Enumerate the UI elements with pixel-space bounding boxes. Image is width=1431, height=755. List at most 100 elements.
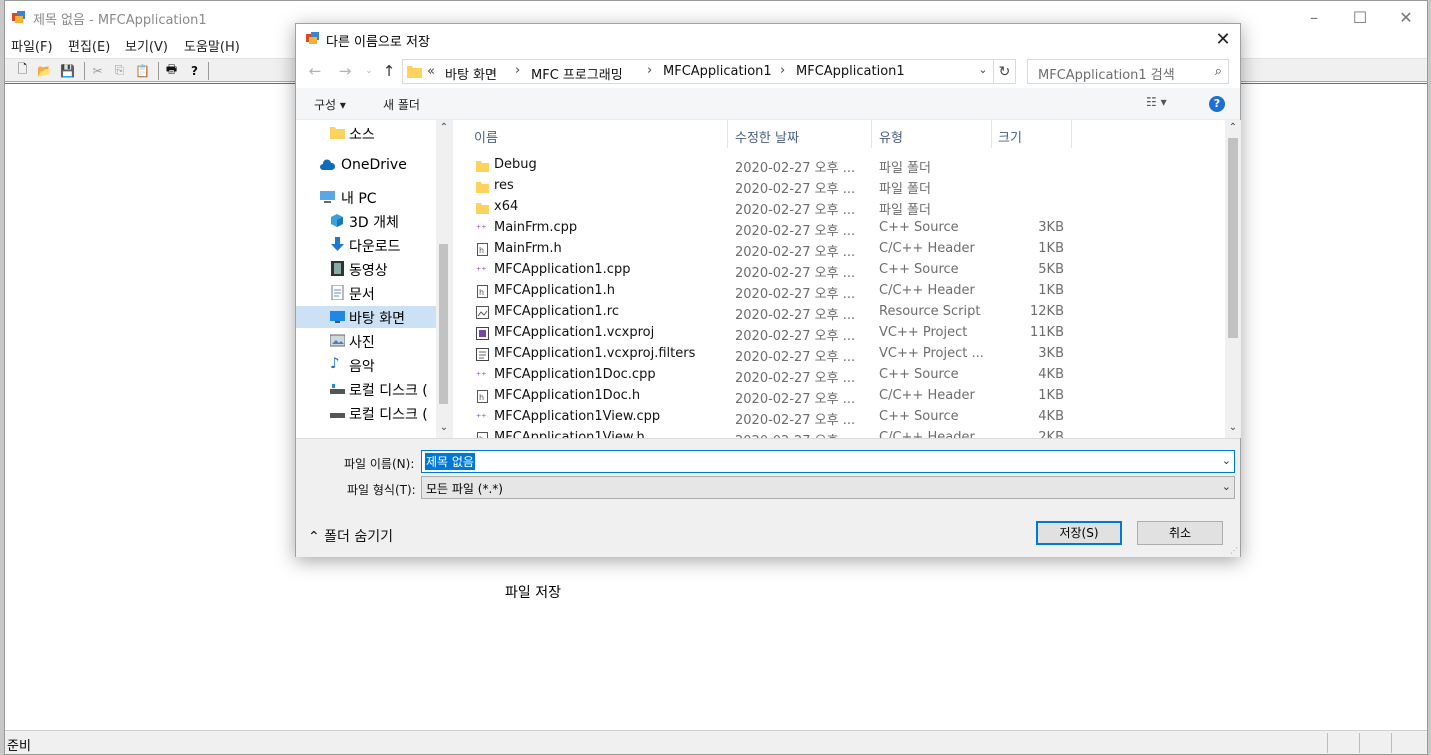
save-icon[interactable]: 💾 <box>59 62 76 79</box>
nav-scrollbar-thumb[interactable] <box>439 244 448 404</box>
nav-item-onedrive[interactable]: OneDrive <box>296 155 436 177</box>
file-row[interactable]: MFCApplication1.rc 2020-02-27 오후 ... Resou… <box>453 302 1225 323</box>
scroll-up-icon[interactable]: ⌃ <box>1225 122 1241 133</box>
file-name: MFCApplication1.h <box>494 283 616 298</box>
file-list-scrollbar-thumb[interactable] <box>1228 138 1238 338</box>
change-view-icon[interactable]: ☷ ▾ <box>1146 95 1167 109</box>
filetype-label: 파일 형식(T): <box>347 483 416 497</box>
maximize-button[interactable]: ☐ <box>1337 1 1383 33</box>
breadcrumb-mfcapplication1-current[interactable]: MFCApplication1 <box>796 64 905 79</box>
file-row[interactable]: res 2020-02-27 오후 ... 파일 폴더 <box>453 176 1225 197</box>
scroll-up-icon[interactable]: ⌃ <box>436 122 452 133</box>
file-row[interactable]: x64 2020-02-27 오후 ... 파일 폴더 <box>453 197 1225 218</box>
svg-text:h: h <box>479 393 484 402</box>
menu-file[interactable]: 파일(F) <box>11 36 53 55</box>
file-size: 5KB <box>1038 262 1064 277</box>
file-row[interactable]: ⁺⁺ MFCApplication1Doc.cpp 2020-02-27 오후 ..… <box>453 365 1225 386</box>
file-row[interactable]: MFCApplication1.vcxproj 2020-02-27 오후 ...… <box>453 323 1225 344</box>
cut-icon[interactable]: ✂ <box>89 62 106 79</box>
chevron-down-icon[interactable]: ⌄ <box>1222 480 1231 493</box>
forward-arrow-icon[interactable]: → <box>334 61 356 81</box>
header-file-icon: h <box>476 242 489 257</box>
refresh-icon[interactable]: ↻ <box>994 59 1016 84</box>
file-date: 2020-02-27 오후 ... <box>735 371 856 386</box>
video-icon <box>331 261 344 276</box>
file-row[interactable]: ⁺⁺ MainFrm.cpp 2020-02-27 오후 ... C++ Source… <box>453 218 1225 239</box>
menu-view[interactable]: 보기(V) <box>125 36 168 55</box>
new-folder-button[interactable]: 새 폴더 <box>383 96 420 113</box>
column-header-name[interactable]: 이름 <box>453 120 728 148</box>
column-header-date[interactable]: 수정한 날짜 <box>728 120 872 148</box>
file-type: C++ Source <box>879 409 959 424</box>
file-size: 4KB <box>1038 367 1064 382</box>
address-bar[interactable]: « 바탕 화면 › MFC 프로그래밍 › MFCApplication1 › … <box>402 59 994 84</box>
file-row[interactable]: h MainFrm.h 2020-02-27 오후 ... C/C++ Header 1… <box>453 239 1225 260</box>
paste-icon[interactable]: 📋 <box>134 62 151 79</box>
breadcrumb-mfc-programming[interactable]: MFC 프로그래밍 <box>531 64 623 83</box>
recent-locations-chevron-icon[interactable]: ⌄ <box>358 61 380 81</box>
save-button[interactable]: 저장(S) <box>1036 521 1122 545</box>
filetype-select[interactable]: 모든 파일 (*.*) ⌄ <box>421 476 1235 499</box>
breadcrumb-separator-icon[interactable]: › <box>647 63 652 78</box>
dialog-close-icon[interactable]: ✕ <box>1206 24 1240 54</box>
minimize-button[interactable]: – <box>1291 1 1337 33</box>
nav-item-label: 동영상 <box>349 263 388 279</box>
cancel-button[interactable]: 취소 <box>1137 521 1223 545</box>
status-bar: 준비 <box>5 730 1427 754</box>
nav-item-this-pc[interactable]: 내 PC <box>296 186 436 208</box>
breadcrumb-separator-icon[interactable]: › <box>515 63 520 78</box>
file-type: C/C++ Header <box>879 388 975 403</box>
search-placeholder: MFCApplication1 검색 <box>1038 68 1175 83</box>
breadcrumb-desktop[interactable]: 바탕 화면 <box>445 64 497 83</box>
up-arrow-icon[interactable]: ↑ <box>378 61 400 81</box>
open-folder-icon[interactable]: 📂 <box>36 62 53 79</box>
app-icon <box>306 32 319 44</box>
scroll-down-icon[interactable]: ⌄ <box>1225 422 1241 433</box>
nav-item-desktop[interactable]: 바탕 화면 <box>296 306 436 328</box>
chevron-down-icon[interactable]: ⌄ <box>1222 454 1231 467</box>
nav-item-videos[interactable]: 동영상 <box>296 258 436 280</box>
close-button[interactable]: ✕ <box>1383 1 1429 33</box>
search-input[interactable]: MFCApplication1 검색 ⌕ <box>1027 59 1229 84</box>
column-header-type[interactable]: 유형 <box>872 120 992 148</box>
file-row[interactable]: h MFCApplication1.h 2020-02-27 오후 ... C/C++… <box>453 281 1225 302</box>
print-icon[interactable]: 🖶 <box>163 62 180 79</box>
help-icon[interactable]: ? <box>1209 96 1225 112</box>
nav-item-music[interactable]: ♪ 음악 <box>296 354 436 376</box>
file-row[interactable]: ⁺⁺ MFCApplication1View.cpp 2020-02-27 오후 .… <box>453 407 1225 428</box>
file-row[interactable]: h MFCApplication1View.h 2020-02-27 오후 ... C… <box>453 428 1225 438</box>
organize-button[interactable]: 구성 ▾ <box>314 96 346 113</box>
scroll-down-icon[interactable]: ⌄ <box>436 422 452 433</box>
nav-item-local-disk-d[interactable]: 로컬 디스크 ( <box>296 402 436 424</box>
address-dropdown-icon[interactable]: ⌄ <box>975 63 991 76</box>
about-icon[interactable]: ? <box>186 62 203 79</box>
breadcrumb-mfcapplication1-parent[interactable]: MFCApplication1 <box>663 64 772 79</box>
back-arrow-icon[interactable]: ← <box>304 61 326 81</box>
column-header-size[interactable]: 크기 <box>992 120 1072 148</box>
nav-scrollbar[interactable]: ⌃ ⌄ <box>436 120 452 438</box>
file-row[interactable]: MFCApplication1.vcxproj.filters 2020-02-2… <box>453 344 1225 365</box>
breadcrumb-separator-icon[interactable]: › <box>780 63 785 78</box>
copy-icon[interactable]: ⎘ <box>111 62 128 79</box>
file-row[interactable]: Debug 2020-02-27 오후 ... 파일 폴더 <box>453 155 1225 176</box>
header-file-icon: h <box>476 389 489 404</box>
breadcrumb-overflow[interactable]: « <box>427 64 435 79</box>
menu-edit[interactable]: 편집(E) <box>68 36 110 55</box>
hide-folders-toggle[interactable]: ⌃ 폴더 숨기기 <box>308 526 393 546</box>
file-date: 2020-02-27 오후 ... <box>735 329 856 344</box>
menu-help[interactable]: 도움말(H) <box>184 36 240 55</box>
nav-item-source[interactable]: 소스 <box>296 122 436 144</box>
file-list-scrollbar[interactable]: ⌃ ⌄ <box>1225 120 1241 438</box>
file-row[interactable]: ⁺⁺ MFCApplication1.cpp 2020-02-27 오후 ... C+… <box>453 260 1225 281</box>
file-row[interactable]: h MFCApplication1Doc.h 2020-02-27 오후 ... C/… <box>453 386 1225 407</box>
file-type: C++ Source <box>879 220 959 235</box>
filename-value[interactable]: 제목 없음 <box>425 453 475 470</box>
nav-item-3d-objects[interactable]: 3D 개체 <box>296 210 436 232</box>
nav-item-documents[interactable]: 문서 <box>296 282 436 304</box>
nav-item-local-disk-c[interactable]: 로컬 디스크 ( <box>296 378 436 400</box>
resize-grip-icon[interactable]: ⋰ <box>1230 546 1238 555</box>
nav-item-downloads[interactable]: 다운로드 <box>296 234 436 256</box>
nav-item-pictures[interactable]: 사진 <box>296 330 436 352</box>
new-file-icon[interactable]: 🗋 <box>14 62 31 79</box>
filename-input[interactable]: 제목 없음 ⌄ <box>421 450 1235 473</box>
